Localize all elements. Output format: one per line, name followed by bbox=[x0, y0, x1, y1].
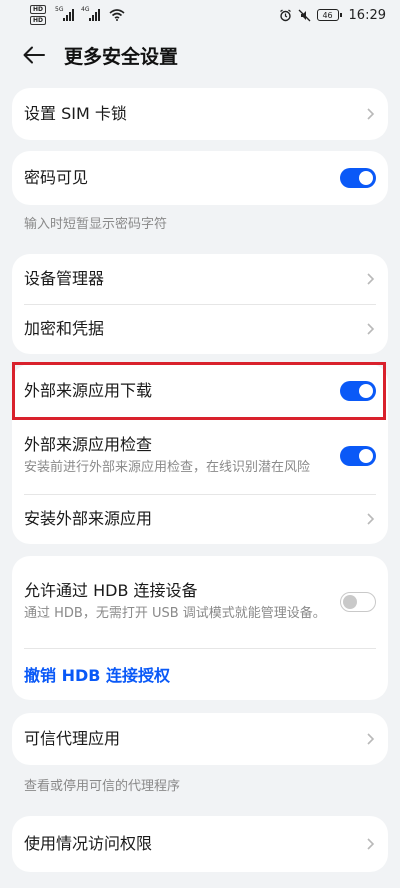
chevron-right-icon bbox=[367, 323, 375, 335]
row-hdb-revoke[interactable]: 撤销 HDB 连接授权 bbox=[12, 648, 388, 700]
hdb-allow-label: 允许通过 HDB 连接设备 bbox=[24, 581, 198, 600]
usage-access-label: 使用情况访问权限 bbox=[24, 834, 153, 853]
trust-agents-label: 可信代理应用 bbox=[24, 729, 121, 748]
external-check-text: 外部来源应用检查 安装前进行外部来源应用检查，在线识别潜在风险 bbox=[24, 434, 340, 478]
external-check-label: 外部来源应用检查 bbox=[24, 435, 153, 454]
card-password-visible: 密码可见 bbox=[12, 151, 388, 205]
row-sim-lock[interactable]: 设置 SIM 卡锁 bbox=[12, 88, 388, 140]
status-left: HD HD 5G 4G bbox=[30, 5, 125, 25]
trust-agents-note: 查看或停用可信的代理程序 bbox=[24, 779, 181, 794]
alarm-icon bbox=[279, 9, 291, 21]
chevron-right-icon bbox=[367, 733, 375, 745]
battery-level: 46 bbox=[322, 10, 333, 20]
install-external-label: 安装外部来源应用 bbox=[24, 509, 153, 528]
row-hdb-allow[interactable]: 允许通过 HDB 连接设备 通过 HDB，无需打开 USB 调试模式就能管理设备… bbox=[12, 556, 388, 648]
card-trust-agents: 可信代理应用 bbox=[12, 713, 388, 765]
row-install-external[interactable]: 安装外部来源应用 bbox=[12, 494, 388, 544]
chevron-right-icon bbox=[367, 273, 375, 285]
row-trust-agents[interactable]: 可信代理应用 bbox=[12, 713, 388, 765]
clock: 16:29 bbox=[348, 7, 386, 23]
row-usage-access[interactable]: 使用情况访问权限 bbox=[12, 816, 388, 872]
battery-icon: 46 bbox=[316, 9, 342, 21]
status-right: 46 16:29 bbox=[279, 8, 386, 23]
page-title: 更多安全设置 bbox=[64, 45, 179, 68]
sim1-badge: HD bbox=[30, 5, 47, 14]
status-bar: HD HD 5G 4G 46 16:29 bbox=[0, 0, 400, 30]
wifi-icon bbox=[109, 9, 125, 21]
chevron-right-icon bbox=[367, 838, 375, 850]
external-check-subtitle: 安装前进行外部来源应用检查，在线识别潜在风险 bbox=[24, 460, 311, 475]
sim-badges: HD HD bbox=[30, 5, 47, 25]
external-download-label: 外部来源应用下载 bbox=[24, 381, 153, 400]
sim2-badge: HD bbox=[30, 16, 47, 25]
card-hdb: 允许通过 HDB 连接设备 通过 HDB，无需打开 USB 调试模式就能管理设备… bbox=[12, 556, 388, 700]
row-external-check[interactable]: 外部来源应用检查 安装前进行外部来源应用检查，在线识别潜在风险 bbox=[12, 418, 388, 494]
external-download-toggle[interactable] bbox=[340, 381, 376, 401]
toggle-knob bbox=[359, 171, 373, 185]
toggle-knob bbox=[343, 594, 357, 609]
device-admin-label: 设备管理器 bbox=[24, 269, 105, 288]
hdb-allow-subtitle: 通过 HDB，无需打开 USB 调试模式就能管理设备。 bbox=[24, 606, 326, 621]
chevron-right-icon bbox=[367, 513, 375, 525]
mute-icon bbox=[298, 9, 310, 21]
hdb-allow-toggle[interactable] bbox=[340, 592, 376, 612]
password-visible-note: 输入时短暂显示密码字符 bbox=[24, 217, 168, 232]
password-visible-label: 密码可见 bbox=[24, 168, 89, 187]
sim-lock-label: 设置 SIM 卡锁 bbox=[24, 104, 127, 123]
password-visible-toggle[interactable] bbox=[340, 168, 376, 188]
signal-icon-2: 4G bbox=[81, 6, 101, 21]
row-encryption[interactable]: 加密和凭据 bbox=[12, 304, 388, 354]
encryption-label: 加密和凭据 bbox=[24, 319, 105, 338]
signal-icon-1: 5G bbox=[55, 6, 75, 21]
toggle-knob bbox=[359, 384, 373, 398]
toggle-knob bbox=[359, 449, 373, 463]
chevron-right-icon bbox=[367, 108, 375, 120]
row-external-download[interactable]: 外部来源应用下载 bbox=[12, 364, 388, 418]
row-password-visible[interactable]: 密码可见 bbox=[12, 151, 388, 205]
back-button[interactable] bbox=[22, 43, 46, 67]
hdb-revoke-link[interactable]: 撤销 HDB 连接授权 bbox=[24, 662, 170, 686]
arrow-left-icon bbox=[23, 46, 45, 64]
card-device: 设备管理器 加密和凭据 bbox=[12, 254, 388, 354]
app-header: 更多安全设置 bbox=[0, 30, 400, 80]
hdb-allow-text: 允许通过 HDB 连接设备 通过 HDB，无需打开 USB 调试模式就能管理设备… bbox=[24, 580, 340, 624]
network-type-1: 5G bbox=[55, 6, 64, 13]
row-device-admin[interactable]: 设备管理器 bbox=[12, 254, 388, 304]
card-usage-access: 使用情况访问权限 bbox=[12, 816, 388, 872]
card-external-sources: 外部来源应用下载 外部来源应用检查 安装前进行外部来源应用检查，在线识别潜在风险… bbox=[12, 364, 388, 544]
network-type-2: 4G bbox=[81, 6, 90, 13]
external-check-toggle[interactable] bbox=[340, 446, 376, 466]
card-sim-lock: 设置 SIM 卡锁 bbox=[12, 88, 388, 140]
